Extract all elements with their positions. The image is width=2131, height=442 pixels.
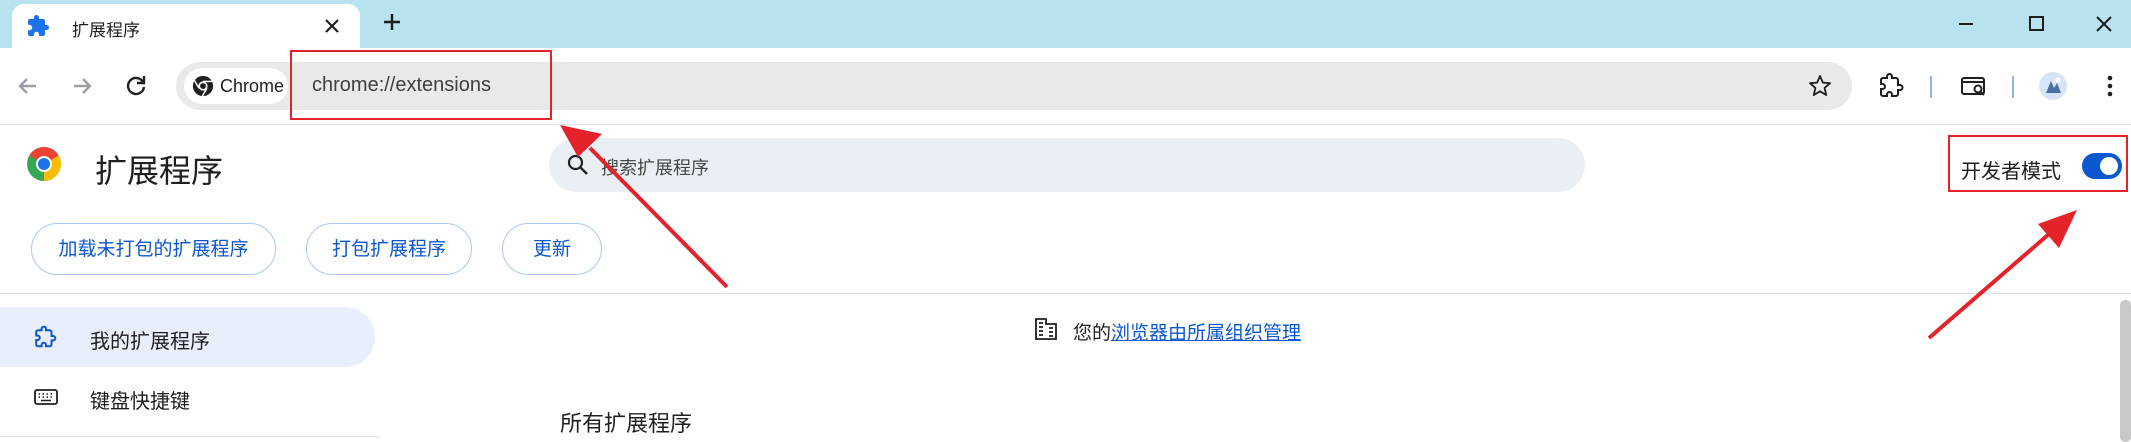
page-title: 扩展程序: [95, 153, 224, 189]
toolbar-divider: [2012, 76, 2014, 98]
extension-icon: [35, 325, 57, 348]
sidebar-item-label: 我的扩展程序: [90, 331, 210, 353]
new-tab-icon[interactable]: [378, 8, 406, 36]
chrome-logo-icon: [27, 147, 61, 181]
all-extensions-heading: 所有扩展程序: [560, 411, 693, 436]
bookmark-star-icon[interactable]: [1806, 72, 1834, 100]
tab-strip: 扩展程序: [0, 0, 2131, 48]
site-chip-label: Chrome: [220, 76, 285, 96]
search-placeholder: 搜索扩展程序: [601, 158, 709, 178]
site-chip[interactable]: Chrome: [184, 68, 288, 104]
search-icon: [567, 154, 588, 175]
tab-search-icon[interactable]: [1958, 70, 1990, 102]
managed-link[interactable]: 浏览器由所属组织管理: [1111, 318, 1301, 345]
back-icon[interactable]: [12, 70, 44, 102]
close-window-icon[interactable]: [2084, 8, 2124, 40]
dev-mode-highlight-box: [1948, 135, 2128, 192]
building-icon: [1035, 318, 1057, 340]
sidebar-item-keyboard-shortcuts[interactable]: 键盘快捷键: [0, 367, 375, 427]
puzzle-piece-icon: [28, 15, 49, 36]
url-highlight-box: [290, 50, 552, 120]
chrome-icon: [192, 75, 214, 97]
pack-extension-button[interactable]: 打包扩展程序: [306, 223, 472, 275]
load-unpacked-button[interactable]: 加载未打包的扩展程序: [31, 223, 276, 275]
search-extensions-input[interactable]: 搜索扩展程序: [549, 138, 1585, 192]
update-button[interactable]: 更新: [502, 223, 602, 275]
more-menu-icon[interactable]: [2094, 70, 2126, 102]
keyboard-icon: [34, 389, 58, 405]
maximize-icon[interactable]: [2016, 8, 2056, 40]
minimize-icon[interactable]: [1946, 8, 1986, 40]
close-tab-icon[interactable]: [318, 12, 346, 40]
tab-title: 扩展程序: [72, 21, 140, 40]
forward-icon[interactable]: [66, 70, 98, 102]
managed-prefix: 您的: [1073, 323, 1112, 344]
scrollbar[interactable]: [2120, 300, 2131, 442]
header-divider: [0, 293, 2131, 294]
sidebar-divider: [0, 436, 380, 437]
sidebar-item-my-extensions[interactable]: 我的扩展程序: [0, 307, 375, 367]
tab-extensions[interactable]: 扩展程序: [12, 4, 360, 48]
reload-icon[interactable]: [120, 70, 152, 102]
toolbar-divider: [1930, 76, 1932, 98]
arrow-to-dev-mode: [1927, 210, 2077, 340]
profile-avatar-icon[interactable]: [2037, 70, 2069, 102]
extensions-puzzle-icon[interactable]: [1876, 70, 1908, 102]
sidebar-item-label: 键盘快捷键: [90, 391, 190, 413]
